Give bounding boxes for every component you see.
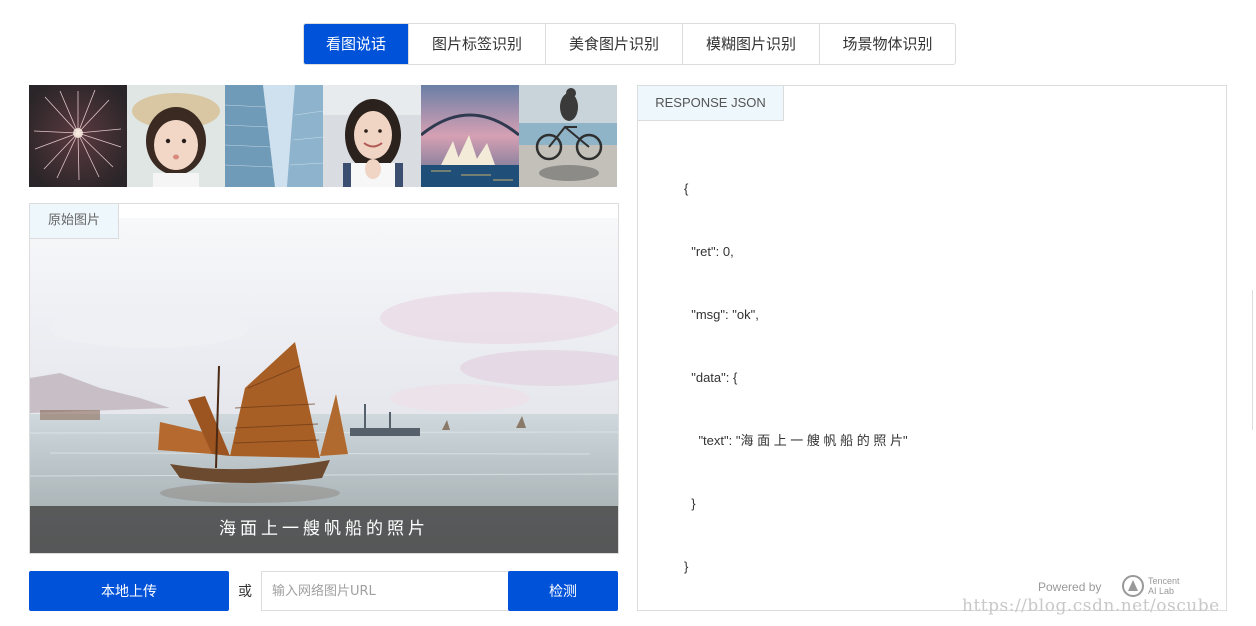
tip-text-cropped xyxy=(29,619,389,626)
json-line: "ret": 0, xyxy=(684,244,734,259)
json-line: { xyxy=(684,181,689,196)
girl-with-hat-thumbnail[interactable] xyxy=(127,85,225,187)
feature-tabs: 看图说话 图片标签识别 美食图片识别 模糊图片识别 场景物体识别 xyxy=(303,23,956,65)
powered-by-label: Powered by xyxy=(1038,580,1102,594)
json-content: { "ret": 0, "msg": "ok", "data": { "text… xyxy=(684,136,908,619)
original-image-panel: 原始图片 海面上一艘帆船的照片 xyxy=(29,203,619,554)
original-image-tab: 原始图片 xyxy=(30,204,119,239)
response-json-tab: RESPONSE JSON xyxy=(638,86,784,121)
caption-text: 海面上一艘帆船的照片 xyxy=(30,506,618,553)
fireworks-thumbnail[interactable] xyxy=(29,85,127,187)
json-line: "text": "海 面 上 一 艘 帆 船 的 照 片" xyxy=(684,433,908,448)
sample-thumbnails xyxy=(29,85,617,187)
detect-button[interactable]: 检测 xyxy=(508,571,618,611)
blog-watermark: https://blog.csdn.net/oscube xyxy=(962,596,1220,616)
json-line: "data": { xyxy=(684,370,738,385)
sydney-opera-house-thumbnail[interactable] xyxy=(421,85,519,187)
tab-image-tagging[interactable]: 图片标签识别 xyxy=(408,24,545,64)
tencent-ai-lab-logo-icon xyxy=(1122,575,1144,597)
cyclist-beach-thumbnail[interactable] xyxy=(519,85,617,187)
skyscrapers-thumbnail[interactable] xyxy=(225,85,323,187)
json-line: "msg": "ok", xyxy=(684,307,759,322)
tab-scene-object-recognition[interactable]: 场景物体识别 xyxy=(819,24,955,64)
tencent-ai-lab-brand: Tencent AI Lab xyxy=(1148,576,1180,596)
page-side-edge xyxy=(1252,290,1256,430)
or-label: 或 xyxy=(238,584,252,600)
tab-food-recognition[interactable]: 美食图片识别 xyxy=(545,24,682,64)
sailing-junk-painting xyxy=(30,218,618,553)
image-url-input[interactable] xyxy=(261,571,509,611)
brand-line-2: AI Lab xyxy=(1148,586,1175,596)
local-upload-button[interactable]: 本地上传 xyxy=(29,571,229,611)
tab-image-captioning[interactable]: 看图说话 xyxy=(304,24,408,64)
smiling-woman-thumbnail[interactable] xyxy=(323,85,421,187)
brand-line-1: Tencent xyxy=(1148,576,1180,586)
tab-blur-recognition[interactable]: 模糊图片识别 xyxy=(682,24,819,64)
json-line: } xyxy=(684,496,696,511)
json-line: } xyxy=(684,559,689,574)
response-json-panel: RESPONSE JSON { "ret": 0, "msg": "ok", "… xyxy=(637,85,1227,611)
